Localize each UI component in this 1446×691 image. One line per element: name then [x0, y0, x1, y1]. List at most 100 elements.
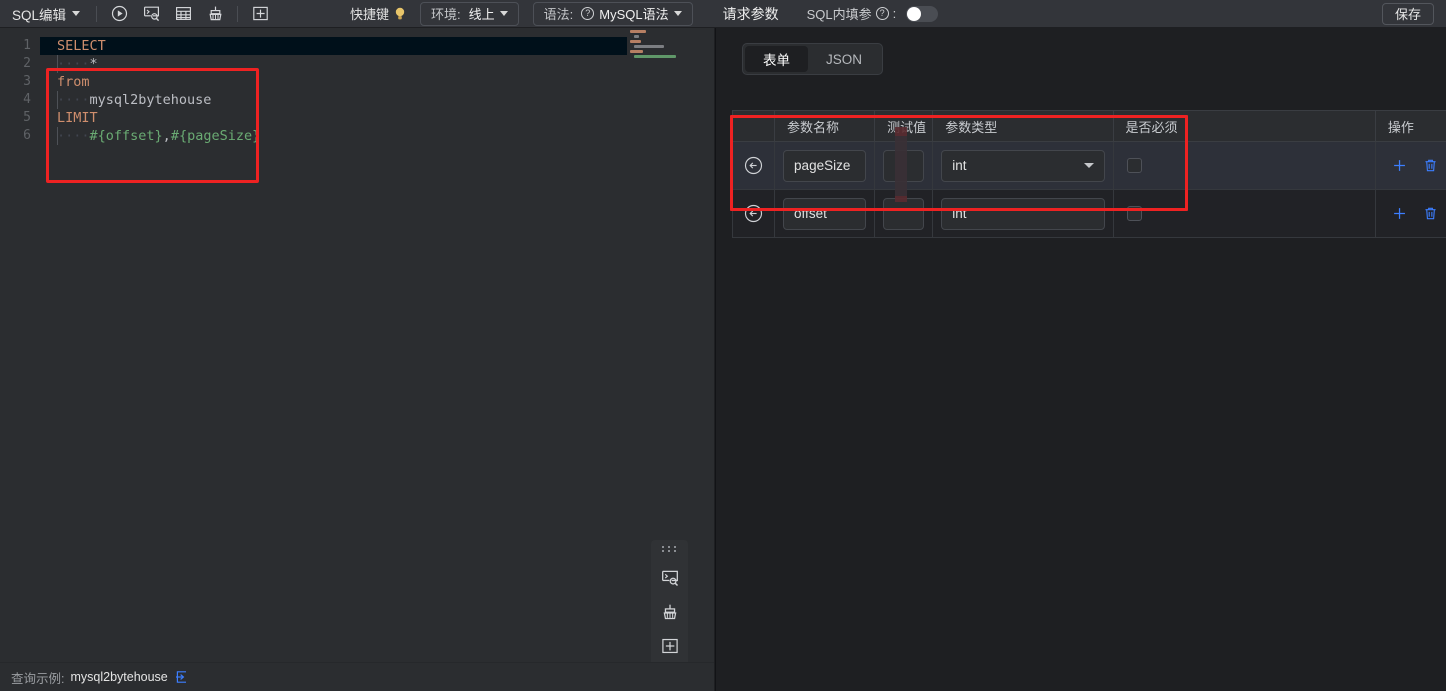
sql-inline-param-toggle-group: SQL内填参 ? :: [807, 4, 939, 23]
indent-guide: [57, 127, 58, 145]
line-number: 6: [23, 128, 31, 143]
test-value-input[interactable]: [883, 197, 925, 230]
fullscreen-expand-icon[interactable]: [244, 0, 276, 28]
cell-actions: [1374, 189, 1446, 238]
insert-example-icon[interactable]: [174, 670, 188, 684]
cell-required[interactable]: [1112, 189, 1376, 238]
drag-ghost-indicator: [895, 127, 907, 202]
th-param-name: 参数名称: [774, 110, 876, 142]
code-content[interactable]: SELECT ····* from ····mysql2bytehouse LI…: [40, 37, 714, 145]
tab-json[interactable]: JSON: [808, 46, 880, 72]
environment-value: 线上: [468, 7, 495, 22]
line-number: 2: [23, 56, 31, 71]
sql-keyword: LIMIT: [57, 110, 98, 126]
indent-whitespace: ····: [57, 92, 90, 108]
divider: [96, 5, 98, 22]
status-bar: 查询示例: mysql2bytehouse: [0, 662, 714, 691]
help-icon[interactable]: ?: [875, 7, 889, 20]
delete-row-icon[interactable]: [1423, 157, 1438, 174]
indent-whitespace: ····: [57, 128, 90, 144]
code-line[interactable]: ····#{offset},#{pageSize}: [40, 127, 714, 145]
line-number-gutter: 1 2 3 4 5 6: [0, 28, 40, 662]
row-drag-cell[interactable]: [731, 141, 776, 190]
query-example-value: mysql2bytehouse: [70, 670, 168, 684]
table-row[interactable]: pageSize int: [731, 141, 1446, 190]
chevron-down-icon: [72, 11, 81, 16]
save-button[interactable]: 保存: [1381, 2, 1434, 25]
collapse-left-icon[interactable]: [741, 156, 766, 175]
syntax-label: 语法:: [543, 7, 574, 22]
add-row-icon[interactable]: [1392, 157, 1407, 174]
help-icon: ?: [581, 7, 595, 20]
explain-query-icon[interactable]: [135, 0, 167, 28]
run-icon[interactable]: [103, 0, 135, 28]
tab-form[interactable]: 表单: [745, 46, 808, 72]
line-number: 1: [23, 38, 31, 53]
code-line[interactable]: LIMIT: [40, 109, 714, 127]
th-required: 是否必须: [1112, 110, 1376, 142]
sql-inline-param-switch[interactable]: [906, 5, 939, 22]
switch-knob: [907, 6, 922, 21]
line-number: 5: [23, 110, 31, 125]
code-line[interactable]: SELECT: [40, 37, 627, 55]
params-tab-group: 表单 JSON: [742, 43, 884, 75]
code-minimap[interactable]: [630, 30, 682, 64]
param-type-select[interactable]: int: [941, 149, 1105, 182]
cell-required[interactable]: [1112, 141, 1376, 190]
sql-keyword: SELECT: [57, 38, 106, 54]
top-toolbar: SQL编辑 快捷键 环境: 线上 语法: ? MySQL语法 请求参数 SQL内…: [0, 0, 1446, 28]
sql-keyword: from: [57, 74, 90, 90]
format-broom-icon[interactable]: [651, 595, 688, 629]
cell-param-name[interactable]: offset: [774, 189, 876, 238]
tab-json-label: JSON: [826, 51, 863, 67]
row-drag-cell[interactable]: [731, 189, 776, 238]
syntax-select[interactable]: 语法: ? MySQL语法: [532, 1, 693, 26]
sql-parameter: #{pageSize}: [170, 128, 261, 144]
environment-select[interactable]: 环境: 线上: [420, 1, 519, 26]
chevron-down-icon: [499, 11, 508, 16]
delete-row-icon[interactable]: [1423, 205, 1438, 222]
code-line[interactable]: from: [40, 73, 714, 91]
drag-handle-icon[interactable]: [661, 546, 678, 552]
sql-editor[interactable]: 1 2 3 4 5 6 SELECT ····* from ····mysql2…: [0, 28, 714, 691]
cell-param-name[interactable]: pageSize: [774, 141, 876, 190]
code-line[interactable]: ····*: [40, 55, 714, 73]
explain-query-icon[interactable]: [651, 561, 688, 595]
syntax-value: MySQL语法: [599, 7, 669, 22]
query-example-label: 查询示例:: [11, 671, 65, 686]
sql-parameter: #{offset}: [89, 128, 163, 144]
save-button-label: 保存: [1394, 7, 1421, 22]
sql-editor-menu[interactable]: SQL编辑: [0, 0, 90, 28]
cell-actions: [1374, 141, 1446, 190]
shortcut-hint[interactable]: 快捷键: [350, 4, 406, 23]
th-handle: [731, 110, 776, 142]
param-name-input[interactable]: offset: [783, 197, 867, 230]
chevron-down-icon: [673, 11, 682, 16]
cell-param-type[interactable]: int: [932, 189, 1114, 238]
colon-text: :: [892, 6, 897, 21]
environment-label: 环境:: [431, 7, 461, 22]
param-name-input[interactable]: pageSize: [783, 149, 867, 182]
request-params-panel: 表单 JSON 参数名称 测试值 参数类型 是否必须 操作: [715, 28, 1446, 691]
collapse-left-icon[interactable]: [741, 204, 766, 223]
table-grid-icon[interactable]: [167, 0, 199, 28]
fullscreen-expand-icon[interactable]: [651, 629, 688, 663]
indent-guide: [57, 91, 58, 109]
format-broom-icon[interactable]: [199, 0, 231, 28]
tab-form-label: 表单: [763, 53, 790, 68]
table-header-row: 参数名称 测试值 参数类型 是否必须 操作: [731, 110, 1446, 142]
sql-punct: ,: [162, 128, 171, 144]
code-line[interactable]: ····mysql2bytehouse: [40, 91, 714, 109]
cell-param-type[interactable]: int: [932, 141, 1114, 190]
request-params-title: 请求参数: [722, 5, 779, 22]
divider: [237, 5, 239, 22]
add-row-icon[interactable]: [1392, 205, 1407, 222]
param-type-select[interactable]: int: [941, 197, 1105, 230]
sql-table-name: mysql2bytehouse: [89, 92, 212, 108]
required-checkbox[interactable]: [1126, 206, 1142, 221]
params-table: 参数名称 测试值 参数类型 是否必须 操作 pageSize: [731, 110, 1446, 238]
shortcut-label: 快捷键: [350, 7, 390, 22]
sql-token: *: [89, 56, 98, 72]
required-checkbox[interactable]: [1126, 158, 1142, 173]
table-row[interactable]: offset int: [731, 189, 1446, 238]
